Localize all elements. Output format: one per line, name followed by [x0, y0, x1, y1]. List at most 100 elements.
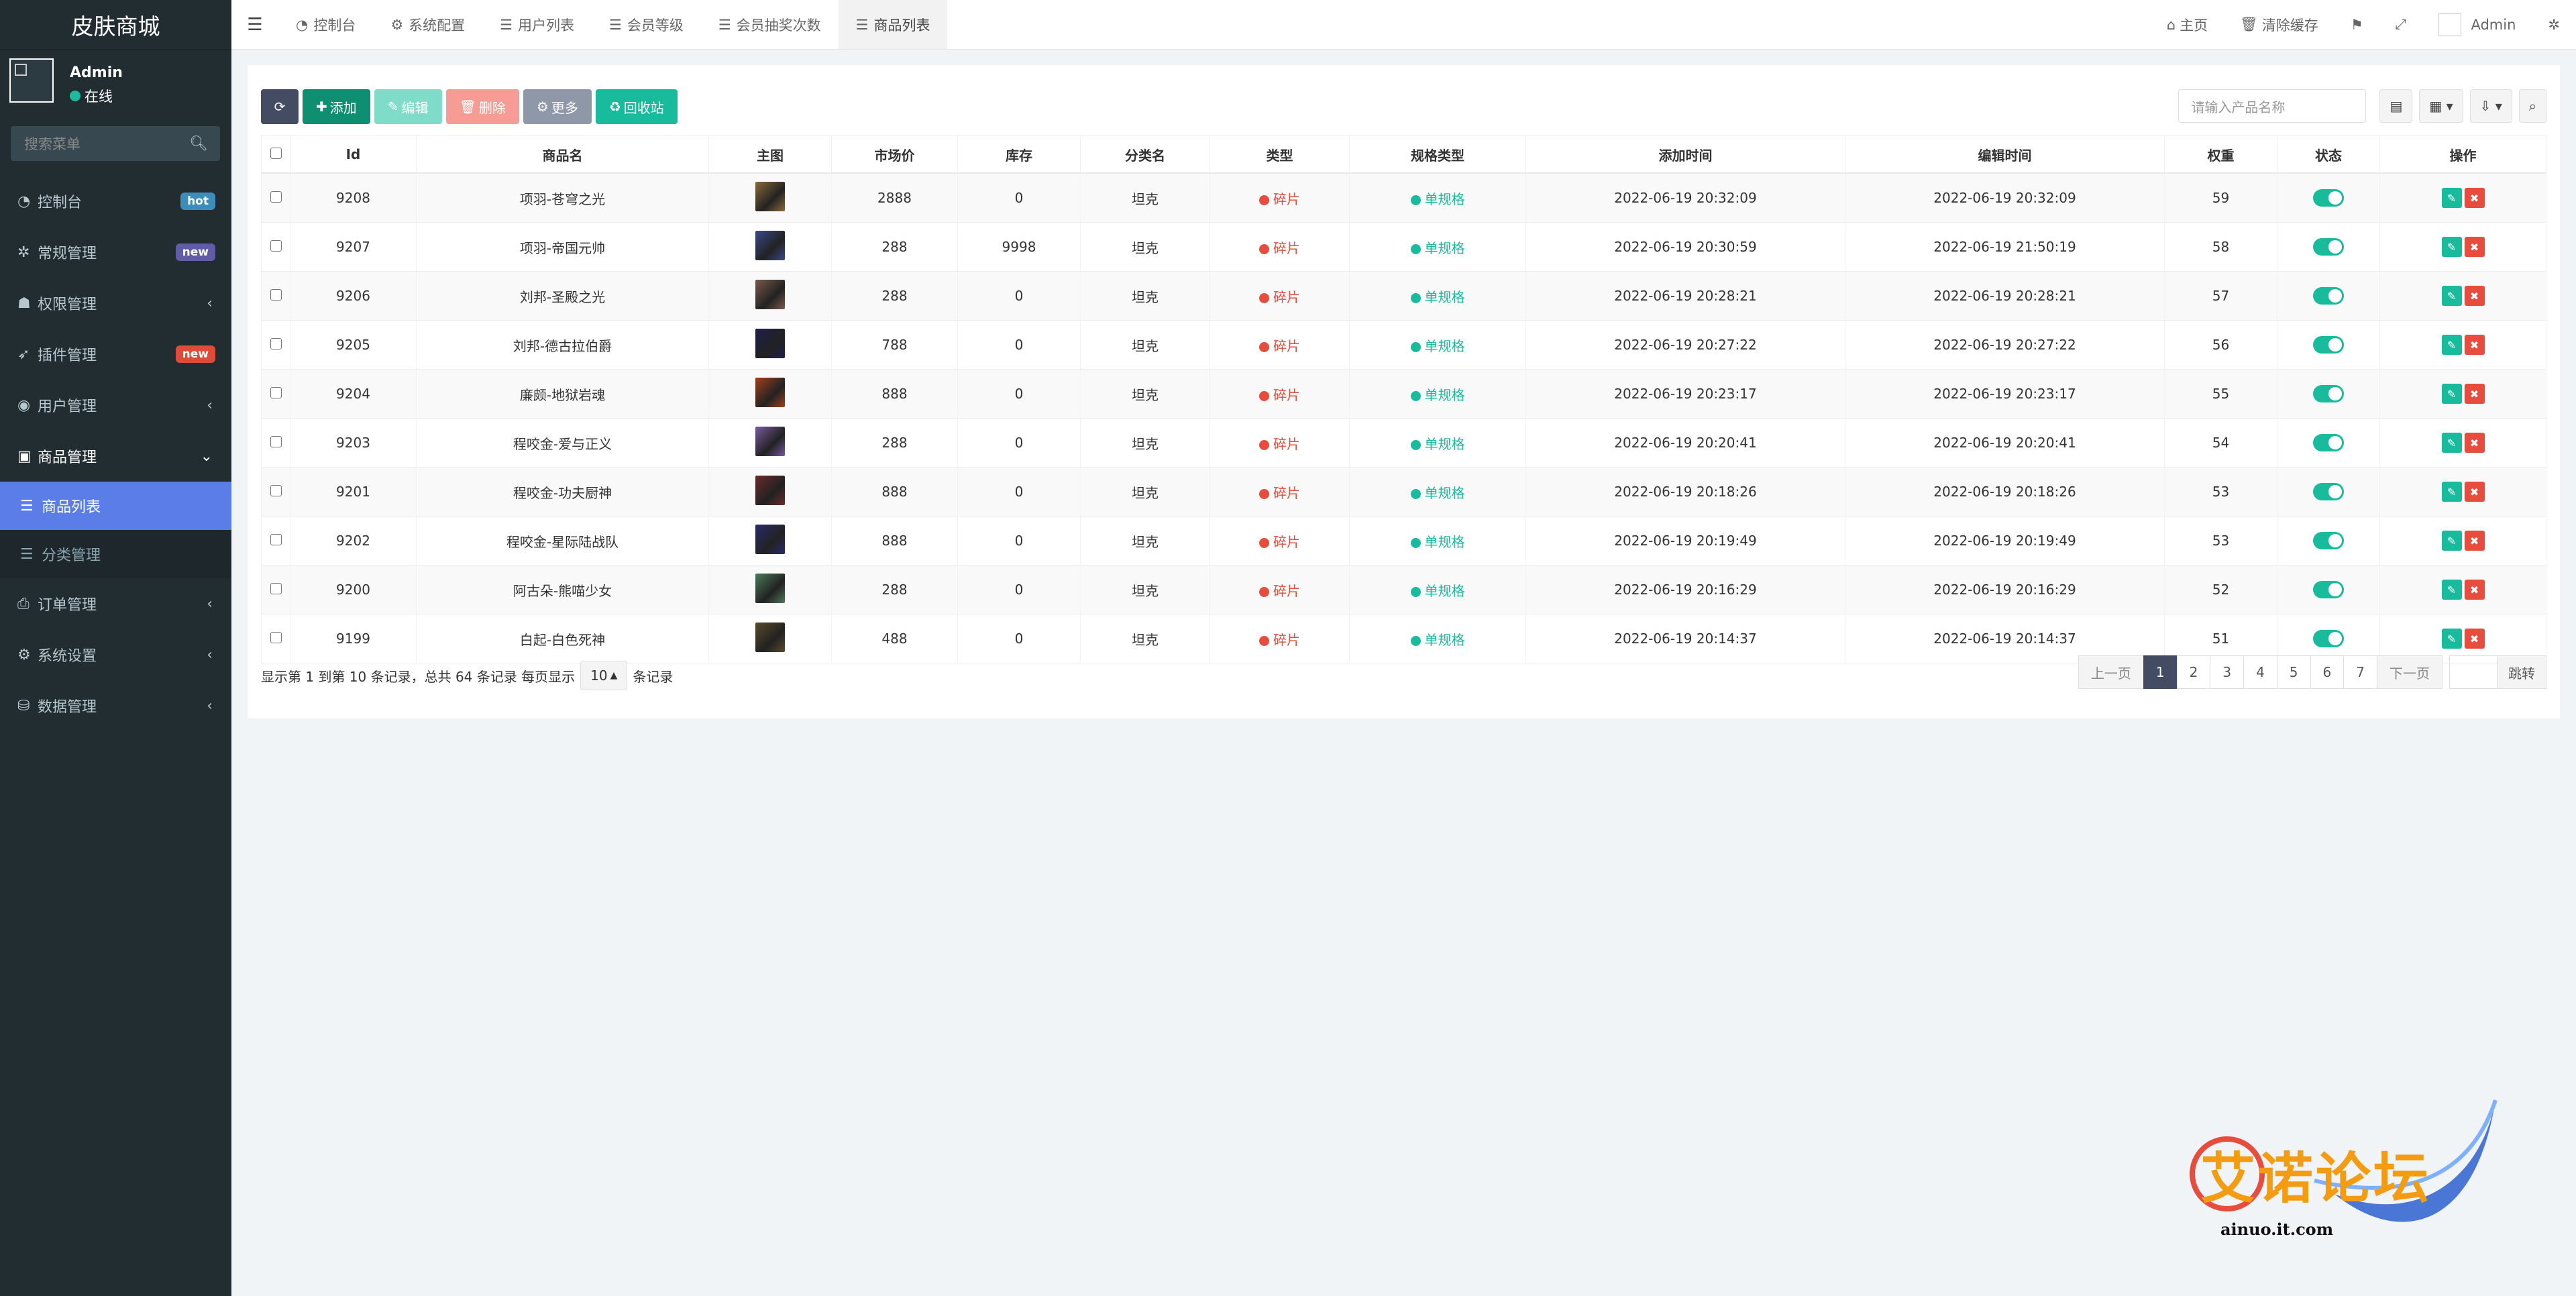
status-toggle[interactable]: [2313, 581, 2344, 599]
col-added[interactable]: 添加时间: [1525, 136, 1845, 174]
more-button[interactable]: ⚙ 更多: [523, 89, 592, 124]
sidebar-item-general[interactable]: ✲ 常规管理 new: [0, 227, 231, 278]
row-delete-button[interactable]: ✖: [2464, 580, 2485, 600]
sidebar-item-auth[interactable]: ☗ 权限管理 ‹: [0, 278, 231, 329]
sidebar-item-dashboard[interactable]: ◔ 控制台 hot: [0, 176, 231, 227]
tab-config[interactable]: ⚙ 系统配置: [373, 0, 482, 49]
page-button[interactable]: 5: [2276, 655, 2311, 689]
table-row[interactable]: 9203 程咬金-爱与正义 288 0 坦克 碎片 单规格 2022-06-19 20:20:…: [261, 418, 2546, 468]
col-name[interactable]: 商品名: [416, 136, 709, 174]
col-category[interactable]: 分类名: [1080, 136, 1210, 174]
status-toggle[interactable]: [2313, 483, 2344, 501]
settings-button[interactable]: ✲: [2532, 17, 2576, 33]
clear-cache-button[interactable]: 🗑︎ 清除缓存: [2224, 15, 2334, 35]
status-toggle[interactable]: [2313, 532, 2344, 550]
row-edit-button[interactable]: ✎: [2441, 629, 2462, 649]
product-thumbnail[interactable]: [755, 328, 785, 358]
menu-toggle-icon[interactable]: ☰: [231, 15, 278, 35]
product-search-input[interactable]: 请输入产品名称: [2178, 89, 2367, 123]
row-checkbox[interactable]: [270, 632, 282, 643]
col-weight[interactable]: 权重: [2164, 136, 2277, 174]
jump-button[interactable]: 跳转: [2497, 655, 2546, 689]
row-edit-button[interactable]: ✎: [2441, 335, 2462, 355]
product-thumbnail[interactable]: [755, 573, 785, 603]
sidebar-item-settings[interactable]: ⚙ 系统设置 ‹: [0, 629, 231, 680]
row-edit-button[interactable]: ✎: [2441, 433, 2462, 453]
tab-dashboard[interactable]: ◔ 控制台: [278, 0, 373, 49]
row-checkbox[interactable]: [270, 387, 282, 398]
row-edit-button[interactable]: ✎: [2441, 580, 2462, 600]
recycle-bin-button[interactable]: ♻ 回收站: [595, 89, 678, 124]
row-checkbox[interactable]: [270, 289, 282, 301]
table-row[interactable]: 9206 刘邦-圣殿之光 288 0 坦克 碎片 单规格 2022-06-19 20:28:2…: [261, 271, 2546, 321]
row-delete-button[interactable]: ✖: [2464, 237, 2485, 257]
row-checkbox[interactable]: [270, 436, 282, 447]
page-button[interactable]: 3: [2210, 655, 2245, 689]
status-toggle[interactable]: [2313, 434, 2344, 452]
tab-user-list[interactable]: ☰ 用户列表: [482, 0, 592, 49]
row-checkbox[interactable]: [270, 338, 282, 349]
advanced-search-button[interactable]: ⌕: [2518, 89, 2546, 123]
tab-member-level[interactable]: ☰ 会员等级: [592, 0, 701, 49]
page-button[interactable]: 7: [2343, 655, 2377, 689]
table-row[interactable]: 9208 项羽-苍穹之光 2888 0 坦克 碎片 单规格 2022-06-19 20:32:…: [261, 173, 2546, 223]
row-checkbox[interactable]: [270, 534, 282, 545]
col-price[interactable]: 市场价: [831, 136, 958, 174]
menu-search-input[interactable]: 搜索菜单 🔍︎: [11, 126, 220, 161]
add-button[interactable]: ✚ 添加: [303, 89, 370, 124]
select-all-checkbox[interactable]: [270, 148, 282, 159]
sidebar-item-products[interactable]: ▣ 商品管理 ⌄: [0, 431, 231, 482]
product-thumbnail[interactable]: [755, 426, 785, 456]
row-delete-button[interactable]: ✖: [2464, 629, 2485, 649]
col-type[interactable]: 类型: [1210, 136, 1350, 174]
col-edited[interactable]: 编辑时间: [1845, 136, 2165, 174]
sidebar-item-plugins[interactable]: ➶ 插件管理 new: [0, 329, 231, 380]
product-thumbnail[interactable]: [755, 622, 785, 652]
status-toggle[interactable]: [2313, 189, 2344, 207]
sidebar-item-users[interactable]: ◉ 用户管理 ‹: [0, 380, 231, 431]
sidebar-subitem-product-list[interactable]: ☰ 商品列表: [0, 482, 231, 530]
export-button[interactable]: ⇩ ▾: [2469, 89, 2512, 123]
table-row[interactable]: 9202 程咬金-星际陆战队 888 0 坦克 碎片 单规格 2022-06-19 20:19…: [261, 516, 2546, 565]
tab-product-list[interactable]: ☰ 商品列表: [838, 0, 948, 49]
product-thumbnail[interactable]: [755, 524, 785, 554]
jump-page-input[interactable]: [2449, 655, 2498, 689]
row-delete-button[interactable]: ✖: [2464, 384, 2485, 404]
table-row[interactable]: 9204 廉颇-地狱岩魂 888 0 坦克 碎片 单规格 2022-06-19 20:23:1…: [261, 369, 2546, 419]
row-delete-button[interactable]: ✖: [2464, 286, 2485, 306]
product-thumbnail[interactable]: [755, 181, 785, 211]
prev-page-button[interactable]: 上一页: [2078, 655, 2144, 689]
row-delete-button[interactable]: ✖: [2464, 335, 2485, 355]
row-edit-button[interactable]: ✎: [2441, 384, 2462, 404]
row-checkbox[interactable]: [270, 191, 282, 203]
page-button[interactable]: 2: [2176, 655, 2211, 689]
page-button[interactable]: 6: [2310, 655, 2345, 689]
row-delete-button[interactable]: ✖: [2464, 531, 2485, 551]
sidebar-subitem-category[interactable]: ☰ 分类管理: [0, 530, 231, 578]
table-row[interactable]: 9201 程咬金-功夫厨神 888 0 坦克 碎片 单规格 2022-06-19 20:18:…: [261, 467, 2546, 517]
col-stock[interactable]: 库存: [957, 136, 1081, 174]
home-link[interactable]: ⌂ 主页: [2151, 15, 2224, 35]
row-edit-button[interactable]: ✎: [2441, 237, 2462, 257]
row-edit-button[interactable]: ✎: [2441, 286, 2462, 306]
user-menu[interactable]: Admin: [2422, 13, 2532, 36]
table-row[interactable]: 9200 阿古朵-熊喵少女 288 0 坦克 碎片 单规格 2022-06-19 20:16:…: [261, 565, 2546, 614]
status-toggle[interactable]: [2313, 238, 2344, 256]
search-icon[interactable]: 🔍︎: [189, 136, 208, 152]
refresh-button[interactable]: ⟳: [261, 89, 299, 124]
page-button[interactable]: 4: [2243, 655, 2277, 689]
sidebar-item-data[interactable]: ⛁ 数据管理 ‹: [0, 680, 231, 731]
row-checkbox[interactable]: [270, 485, 282, 496]
status-toggle[interactable]: [2313, 287, 2344, 305]
row-edit-button[interactable]: ✎: [2441, 482, 2462, 502]
row-delete-button[interactable]: ✖: [2464, 482, 2485, 502]
delete-button[interactable]: 🗑︎ 删除: [445, 89, 519, 124]
page-size-select[interactable]: 10 ▲: [580, 661, 628, 690]
next-page-button[interactable]: 下一页: [2377, 655, 2443, 689]
product-thumbnail[interactable]: [755, 230, 785, 260]
page-button[interactable]: 1: [2143, 655, 2178, 689]
fullscreen-button[interactable]: ⤢: [2379, 16, 2423, 33]
product-thumbnail[interactable]: [755, 279, 785, 309]
card-view-button[interactable]: ▤: [2379, 89, 2413, 123]
status-toggle[interactable]: [2313, 630, 2344, 648]
